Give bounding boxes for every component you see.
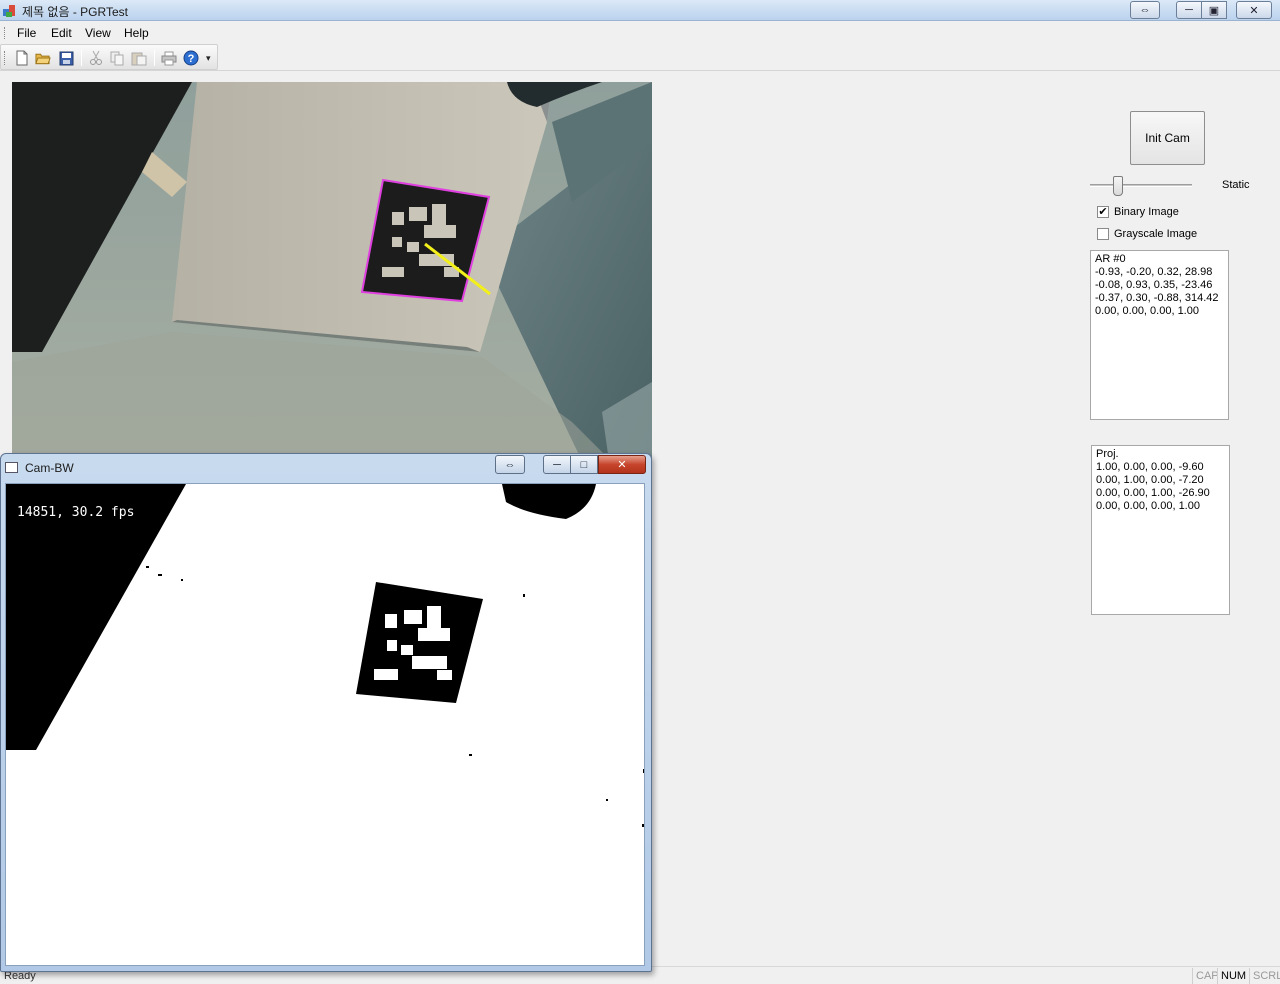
menu-help[interactable]: Help bbox=[122, 26, 151, 40]
camera-view bbox=[12, 82, 652, 482]
window-title: 제목 없음 - PGRTest bbox=[22, 5, 128, 19]
cam-bw-resize-button[interactable]: ⇔ bbox=[495, 455, 525, 474]
new-file-icon[interactable] bbox=[14, 50, 30, 66]
app-icon bbox=[3, 5, 15, 17]
cut-icon[interactable] bbox=[88, 50, 104, 66]
toolbar-grip bbox=[4, 51, 7, 65]
close-button[interactable]: ✕ bbox=[1236, 1, 1272, 19]
help-icon[interactable]: ? bbox=[183, 50, 199, 66]
menu-view[interactable]: View bbox=[83, 26, 113, 40]
resize-toggle-button[interactable]: ⇔ bbox=[1130, 1, 1160, 19]
init-cam-button[interactable]: Init Cam bbox=[1130, 111, 1205, 165]
cam-bw-minimize-button[interactable]: ─ bbox=[543, 455, 571, 474]
open-folder-icon[interactable] bbox=[35, 50, 51, 66]
cam-bw-window[interactable]: Cam-BW ⇔ ─ □ ✕ 14851, 30.2 fps bbox=[0, 453, 652, 972]
cam-bw-maximize-button[interactable]: □ bbox=[570, 455, 598, 474]
toolbar-divider bbox=[0, 70, 1280, 71]
proj-matrix-textbox[interactable]: Proj. 1.00, 0.00, 0.00, -9.60 0.00, 1.00… bbox=[1091, 445, 1230, 615]
num-indicator: NUM bbox=[1217, 968, 1249, 984]
binary-image-label[interactable]: Binary Image bbox=[1114, 206, 1179, 218]
grayscale-image-label[interactable]: Grayscale Image bbox=[1114, 228, 1197, 240]
cam-bw-title: Cam-BW bbox=[25, 461, 74, 475]
svg-text:?: ? bbox=[188, 53, 195, 65]
threshold-slider-thumb[interactable] bbox=[1113, 176, 1123, 196]
maximize-button[interactable]: ▣ bbox=[1201, 1, 1227, 19]
paste-icon[interactable] bbox=[131, 50, 147, 66]
menu-file[interactable]: File bbox=[15, 26, 38, 40]
scroll-indicator: SCRL bbox=[1249, 968, 1280, 984]
ar-matrix-textbox[interactable]: AR #0 -0.93, -0.20, 0.32, 28.98 -0.08, 0… bbox=[1090, 250, 1229, 420]
threshold-slider-track[interactable] bbox=[1090, 184, 1192, 187]
binary-image-view: 14851, 30.2 fps bbox=[5, 483, 645, 966]
binary-frame bbox=[6, 484, 644, 965]
toolbar-overflow-icon[interactable]: ▾ bbox=[206, 53, 214, 65]
menu-edit[interactable]: Edit bbox=[49, 26, 74, 40]
toolbar: ? ▾ bbox=[0, 44, 218, 70]
save-icon[interactable] bbox=[58, 50, 74, 66]
title-bar[interactable]: 제목 없음 - PGRTest ⇔ ─ ▣ ✕ bbox=[0, 0, 1280, 21]
toolbar-separator bbox=[81, 50, 82, 66]
window-icon bbox=[5, 462, 18, 473]
print-icon[interactable] bbox=[161, 50, 177, 66]
binary-image-checkbox[interactable]: ✔ bbox=[1097, 206, 1109, 218]
camera-frame bbox=[12, 82, 652, 482]
copy-icon[interactable] bbox=[109, 50, 125, 66]
slider-label: Static bbox=[1222, 179, 1250, 191]
cam-bw-close-button[interactable]: ✕ bbox=[598, 455, 646, 474]
grayscale-image-checkbox[interactable] bbox=[1097, 228, 1109, 240]
toolbar-separator bbox=[154, 50, 155, 66]
minimize-button[interactable]: ─ bbox=[1176, 1, 1202, 19]
fps-overlay: 14851, 30.2 fps bbox=[17, 505, 135, 520]
menu-bar: File Edit View Help bbox=[0, 22, 1280, 44]
menu-grip bbox=[4, 27, 7, 39]
